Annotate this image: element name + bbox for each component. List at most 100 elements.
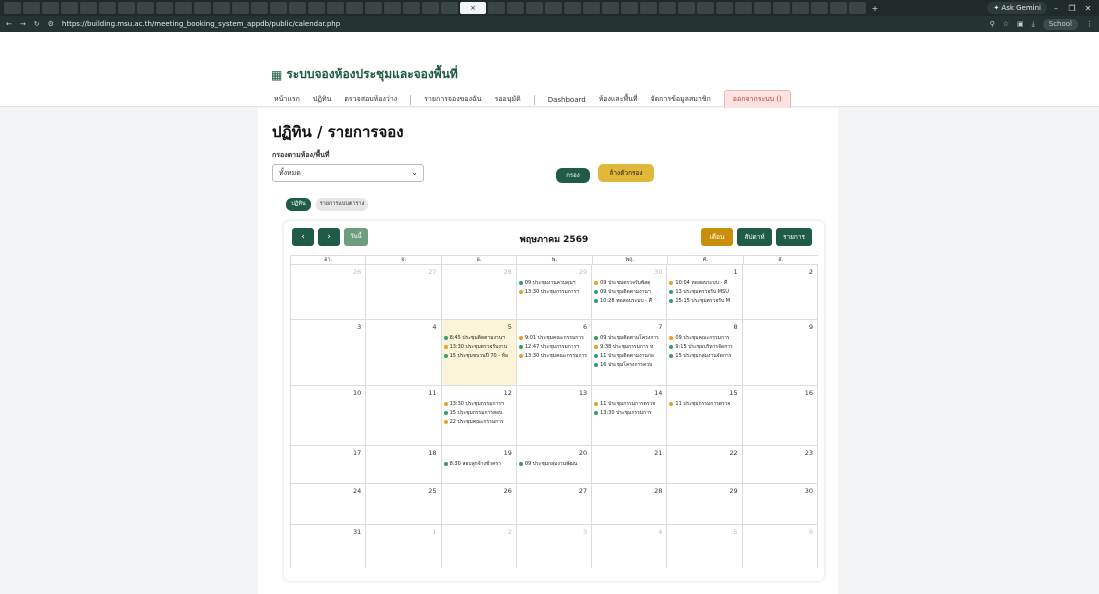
day-number[interactable]: 17 — [353, 449, 361, 457]
browser-tab[interactable] — [42, 2, 59, 14]
day-number[interactable]: 8 — [734, 323, 738, 331]
minimize-icon[interactable]: – — [1049, 4, 1063, 13]
profile-button[interactable]: School — [1042, 18, 1078, 30]
browser-tab[interactable] — [61, 2, 78, 14]
url-field[interactable]: https://building.msu.ac.th/meeting_booki… — [62, 20, 982, 28]
nav-calendar[interactable]: ปฏิทิน — [313, 94, 332, 105]
calendar-event[interactable]: 13:30 ประชุมตรวจรับงาน — [443, 343, 514, 352]
day-number[interactable]: 19 — [504, 449, 512, 457]
calendar-day[interactable]: 8 09 ประชุมคณะกรรมการ 9:15 ประชุมบริหารจัด… — [666, 320, 741, 385]
prev-month-button[interactable]: ‹ — [292, 228, 314, 246]
calendar-event[interactable]: 12:47 ประชุมกรรมการฯ — [518, 343, 589, 352]
calendar-event[interactable]: 09 ประชุมติดตามโครงการ — [594, 334, 664, 343]
day-number[interactable]: 31 — [353, 528, 361, 536]
nav-dashboard[interactable]: Dashboard — [548, 96, 586, 104]
calendar-day[interactable]: 3 — [290, 320, 365, 385]
download-icon[interactable]: ⤓ — [1032, 20, 1035, 29]
day-number[interactable]: 25 — [428, 487, 436, 495]
browser-tab[interactable] — [583, 2, 600, 14]
calendar-day[interactable]: 5 — [666, 525, 741, 568]
browser-tab[interactable] — [564, 2, 581, 14]
browser-tab[interactable] — [640, 2, 657, 14]
nav-pending-approval[interactable]: รออนุมัติ — [495, 94, 521, 105]
calendar-event[interactable]: 09 ประชุมกลุ่มงานพัฒน — [518, 460, 589, 469]
day-number[interactable]: 11 — [428, 389, 436, 397]
browser-tab[interactable] — [754, 2, 771, 14]
day-number[interactable]: 27 — [579, 487, 587, 495]
calendar-day[interactable]: 16 — [741, 386, 818, 445]
day-number[interactable]: 9 — [809, 323, 813, 331]
browser-tab[interactable] — [735, 2, 752, 14]
calendar-day[interactable]: 30 09 ประชุมตรวจรับพัสดุ 09 ประชุมติดตามงา… — [591, 265, 666, 319]
day-number[interactable]: 27 — [428, 268, 436, 276]
restore-icon[interactable]: ❐ — [1065, 4, 1079, 13]
calendar-day[interactable]: 22 — [666, 446, 741, 483]
month-view-button[interactable]: เดือน — [701, 228, 733, 246]
day-number[interactable]: 30 — [654, 268, 662, 276]
browser-tab[interactable] — [773, 2, 790, 14]
calendar-day[interactable]: 25 — [365, 484, 440, 524]
close-tab-icon[interactable]: × — [470, 4, 476, 12]
calendar-day[interactable]: 10 — [290, 386, 365, 445]
day-number[interactable]: 23 — [805, 449, 813, 457]
day-number[interactable]: 26 — [353, 268, 361, 276]
calendar-day[interactable]: 17 — [290, 446, 365, 483]
browser-tab[interactable] — [697, 2, 714, 14]
calendar-event[interactable]: 8:45 ประชุมติดตามงานฯ — [443, 334, 514, 343]
calendar-day[interactable]: 15 11 ประชุมกรรมการตรวจ — [666, 386, 741, 445]
browser-tab[interactable] — [441, 2, 458, 14]
browser-tab[interactable] — [99, 2, 116, 14]
calendar-day[interactable]: 2 — [741, 265, 818, 319]
browser-tab[interactable] — [156, 2, 173, 14]
calendar-day[interactable]: 18 — [365, 446, 440, 483]
calendar-day[interactable]: 1 — [365, 525, 440, 568]
calendar-day[interactable]: 29 — [666, 484, 741, 524]
browser-tab[interactable] — [678, 2, 695, 14]
day-number[interactable]: 26 — [504, 487, 512, 495]
calendar-day[interactable]: 29 09 ประชุมงานควบคุมฯ 13:30 ประชุมกรรมการ… — [515, 265, 591, 319]
browser-tab[interactable] — [849, 2, 866, 14]
day-number[interactable]: 22 — [729, 449, 737, 457]
calendar-day[interactable]: 7 09 ประชุมติดตามโครงการ 9:38 ประชุมกรรมกา… — [591, 320, 666, 385]
calendar-day[interactable]: 23 — [741, 446, 818, 483]
browser-tab[interactable] — [526, 2, 543, 14]
browser-tab[interactable] — [289, 2, 306, 14]
day-number[interactable]: 4 — [658, 528, 662, 536]
calendar-day[interactable]: 14 11 ประชุมกรรมการตรวจ 13:30 ประชุมกรรมกา… — [591, 386, 666, 445]
calendar-day[interactable]: 6 9:01 ประชุมคณะกรรมการ 12:47 ประชุมกรรมกา… — [515, 320, 591, 385]
browser-tab-active[interactable]: × — [460, 2, 486, 14]
day-number[interactable]: 3 — [357, 323, 361, 331]
week-view-button[interactable]: สัปดาห์ — [737, 228, 772, 246]
browser-tab[interactable] — [830, 2, 847, 14]
day-number[interactable]: 13 — [579, 389, 587, 397]
calendar-day-today[interactable]: 5 8:45 ประชุมติดตามงานฯ 13:30 ประชุมตรวจรั… — [440, 320, 516, 385]
calendar-event[interactable]: 11 ประชุมติดตามงานก่อ — [594, 352, 664, 361]
day-number[interactable]: 5 — [508, 323, 512, 331]
browser-tab[interactable] — [545, 2, 562, 14]
calendar-event[interactable]: 22 ประชุมคณะกรรมการ — [443, 418, 514, 427]
browser-tab[interactable] — [23, 2, 40, 14]
calendar-event[interactable]: 09 ประชุมงานควบคุมฯ — [518, 279, 589, 288]
browser-tab[interactable] — [384, 2, 401, 14]
browser-tab[interactable] — [251, 2, 268, 14]
calendar-day[interactable]: 26 — [290, 265, 365, 319]
browser-tab[interactable] — [488, 2, 505, 14]
day-number[interactable]: 16 — [805, 389, 813, 397]
day-number[interactable]: 28 — [654, 487, 662, 495]
new-tab-icon[interactable]: + — [868, 4, 882, 13]
logout-button[interactable]: ออกจากระบบ () — [723, 90, 791, 109]
calendar-event[interactable]: 13 ประชุมตรวจรับ MSU — [669, 288, 739, 297]
today-button[interactable]: วันนี้ — [344, 228, 368, 246]
calendar-event[interactable]: 16 ประชุมโครงการควบ — [594, 361, 664, 370]
day-number[interactable]: 10 — [353, 389, 361, 397]
day-number[interactable]: 3 — [583, 528, 587, 536]
calendar-event[interactable]: 15 ประชุมกลุ่มงานจัดการ — [669, 352, 739, 361]
day-number[interactable]: 2 — [508, 528, 512, 536]
browser-tab[interactable] — [137, 2, 154, 14]
day-number[interactable]: 20 — [579, 449, 587, 457]
browser-tab[interactable] — [213, 2, 230, 14]
calendar-event[interactable]: 9:01 ประชุมคณะกรรมการ — [518, 334, 589, 343]
day-number[interactable]: 29 — [579, 268, 587, 276]
calendar-event[interactable]: 09 ประชุมตรวจรับพัสดุ — [594, 279, 664, 288]
calendar-event[interactable]: 11 ประชุมกรรมการตรวจ — [594, 400, 664, 409]
